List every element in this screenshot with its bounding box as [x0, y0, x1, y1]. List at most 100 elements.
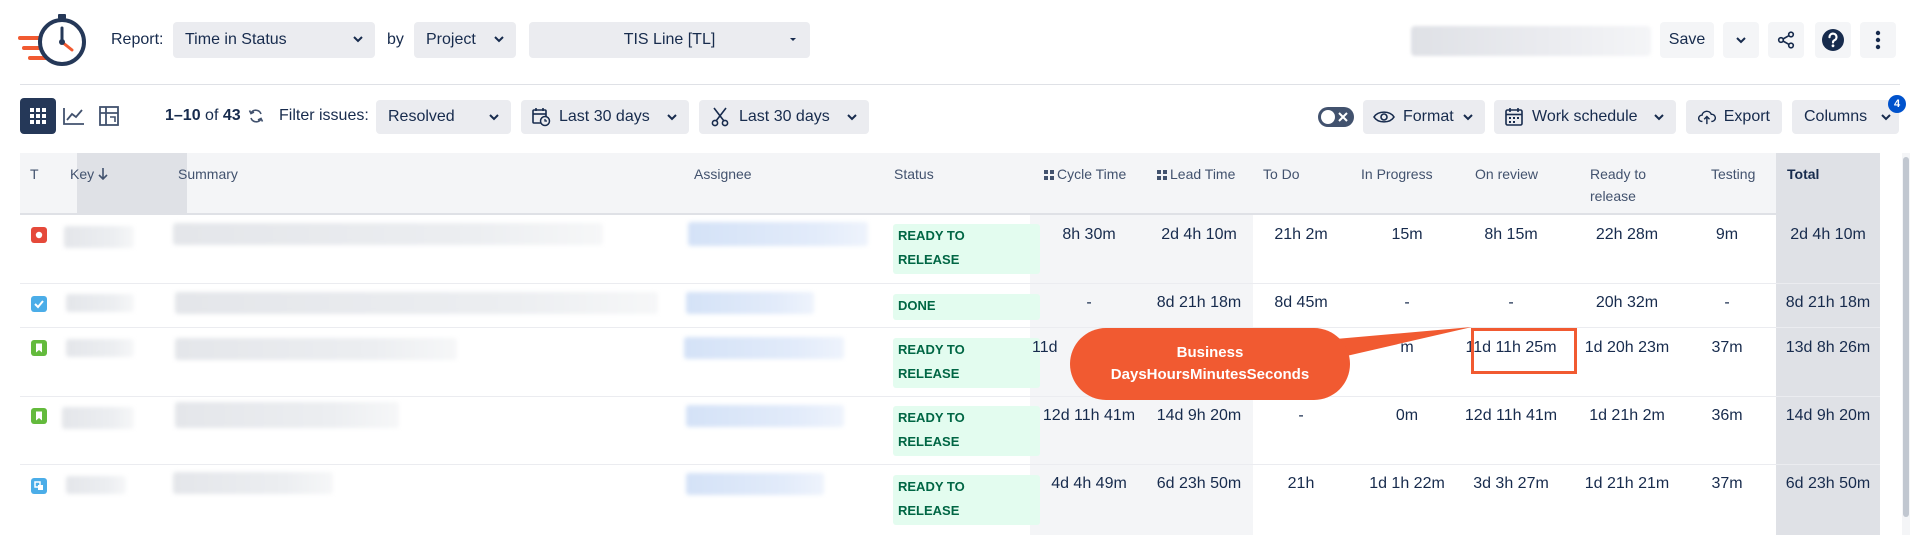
header-assignee[interactable]: Assignee: [694, 163, 752, 185]
chevron-down-icon: [353, 36, 363, 43]
pivot-view-button[interactable]: [92, 98, 128, 134]
testing-cell: 37m: [1711, 339, 1743, 356]
format-label: Format: [1403, 108, 1454, 125]
table-row[interactable]: DONE - 8d 21h 18m 8d 45m - - 20h 32m - 8…: [20, 284, 1880, 328]
line-chart-icon: [63, 108, 84, 125]
status-text: READY TO: [898, 479, 965, 494]
highlight-box: [1471, 328, 1577, 374]
work-schedule-label: Work schedule: [1532, 108, 1638, 125]
on-review-cell: 12d 11h 41m: [1464, 407, 1558, 424]
chart-view-button[interactable]: [56, 98, 92, 134]
refresh-icon[interactable]: [248, 108, 264, 124]
header-status[interactable]: Status: [894, 163, 934, 185]
page-range: 1–10: [165, 107, 201, 124]
table-row[interactable]: READY TO RELEASE 11d m 11d 11h 25m 1d 20…: [20, 328, 1880, 397]
to-do-cell: 21h: [1287, 475, 1315, 492]
header-in-progress[interactable]: In Progress: [1361, 163, 1433, 185]
scrollbar-thumb[interactable]: [1903, 157, 1909, 517]
created-date-filter[interactable]: Last 30 days: [521, 100, 689, 134]
lead-time-cell: 2d 4h 10m: [1161, 226, 1237, 243]
table-header: T Key Summary Assignee Status Cycle Time…: [20, 153, 1880, 215]
header-lead-time[interactable]: Lead Time: [1157, 163, 1235, 185]
header-ready-line1: Ready to: [1590, 166, 1647, 182]
chevron-down-icon: [1463, 114, 1473, 121]
header-ready-to-release[interactable]: Ready to release: [1590, 163, 1646, 207]
header-to-do[interactable]: To Do: [1263, 163, 1300, 185]
ready-to-release-cell: 20h 32m: [1595, 294, 1659, 311]
calendar-clock-icon: [532, 108, 551, 127]
export-button[interactable]: Export: [1686, 100, 1782, 134]
to-do-cell: 21h 2m: [1274, 226, 1328, 243]
status-text: RELEASE: [898, 503, 960, 518]
header-key[interactable]: Key: [70, 163, 108, 185]
scrollbar-track[interactable]: [1902, 153, 1910, 535]
ready-to-release-cell: 1d 20h 23m: [1584, 339, 1670, 356]
to-do-cell: -: [1298, 407, 1304, 424]
columns-select[interactable]: Columns: [1792, 100, 1899, 134]
assignee-redacted: [684, 337, 844, 359]
header-testing[interactable]: Testing: [1711, 163, 1755, 185]
callout-line2: DaysHoursMinutesSeconds: [1110, 366, 1310, 383]
filter-issues-select[interactable]: Resolved: [376, 100, 511, 134]
by-label: by: [387, 31, 404, 48]
filter-issues-value: Resolved: [388, 108, 455, 125]
testing-cell: -: [1724, 294, 1730, 311]
story-icon: [31, 408, 47, 424]
assignee-redacted: [688, 222, 868, 246]
cycle-time-cell: 11d: [1032, 339, 1058, 356]
more-vertical-icon: [1875, 30, 1881, 50]
export-label: Export: [1723, 108, 1770, 125]
header-key-label: Key: [70, 166, 95, 182]
total-cell: 8d 21h 18m: [1785, 294, 1871, 311]
share-button[interactable]: [1768, 22, 1804, 58]
issue-key-redacted: [64, 226, 134, 248]
status-text: READY TO: [898, 342, 965, 357]
header-type[interactable]: T: [30, 163, 39, 185]
grid-view-button[interactable]: [20, 98, 56, 134]
arrow-down-icon: [98, 168, 108, 181]
table-row[interactable]: READY TO RELEASE 4d 4h 49m 6d 23h 50m 21…: [20, 465, 1880, 535]
in-progress-cell: 0m: [1395, 407, 1419, 424]
summary-redacted: [175, 338, 457, 360]
chevron-down-icon: [667, 114, 677, 121]
format-select[interactable]: Format: [1363, 100, 1485, 134]
header-on-review[interactable]: On review: [1475, 163, 1538, 185]
lead-time-cell: 14d 9h 20m: [1156, 407, 1242, 424]
calculated-column-icon: [1157, 170, 1167, 180]
calculated-column-icon: [1044, 170, 1054, 180]
header-cycle-time-label: Cycle Time: [1057, 166, 1127, 182]
status-text: DONE: [898, 298, 936, 313]
more-options-button[interactable]: [1860, 22, 1896, 58]
testing-cell: 37m: [1711, 475, 1743, 492]
group-by-select[interactable]: Project: [414, 22, 516, 58]
ready-to-release-cell: 22h 28m: [1595, 226, 1659, 243]
table-row[interactable]: READY TO RELEASE 12d 11h 41m 14d 9h 20m …: [20, 397, 1880, 465]
chevron-down-icon: [1736, 37, 1746, 44]
help-button[interactable]: [1815, 22, 1851, 58]
columns-label: Columns: [1804, 108, 1868, 125]
save-button[interactable]: Save: [1660, 22, 1714, 58]
total-cell: 6d 23h 50m: [1785, 475, 1871, 492]
work-schedule-select[interactable]: Work schedule: [1494, 100, 1676, 134]
status-text: RELEASE: [898, 366, 960, 381]
header-cycle-time[interactable]: Cycle Time: [1044, 163, 1126, 185]
project-select[interactable]: TIS Line [TL]: [529, 22, 810, 58]
cycle-time-cell: -: [1086, 294, 1092, 311]
table-row[interactable]: READY TO RELEASE 8h 30m 2d 4h 10m 21h 2m…: [20, 215, 1880, 284]
filter-issues-label: Filter issues:: [279, 107, 369, 124]
issue-key-redacted: [66, 294, 134, 312]
to-do-cell: 8d 45m: [1274, 294, 1328, 311]
top-bar: Report: Time in Status by Project TIS Li…: [0, 0, 1914, 84]
header-total[interactable]: Total: [1787, 163, 1819, 185]
chevron-down-icon: [1654, 114, 1664, 121]
report-select[interactable]: Time in Status: [173, 22, 375, 58]
header-summary[interactable]: Summary: [178, 163, 238, 185]
resolved-date-filter[interactable]: Last 30 days: [699, 100, 869, 134]
cycle-time-cell: 12d 11h 41m: [1042, 407, 1136, 424]
help-icon: [1822, 29, 1844, 51]
save-options-button[interactable]: [1723, 22, 1759, 58]
story-icon: [31, 340, 47, 356]
total-cell: 14d 9h 20m: [1785, 407, 1871, 424]
chevron-down-icon: [489, 114, 499, 121]
summary-redacted: [175, 292, 658, 314]
